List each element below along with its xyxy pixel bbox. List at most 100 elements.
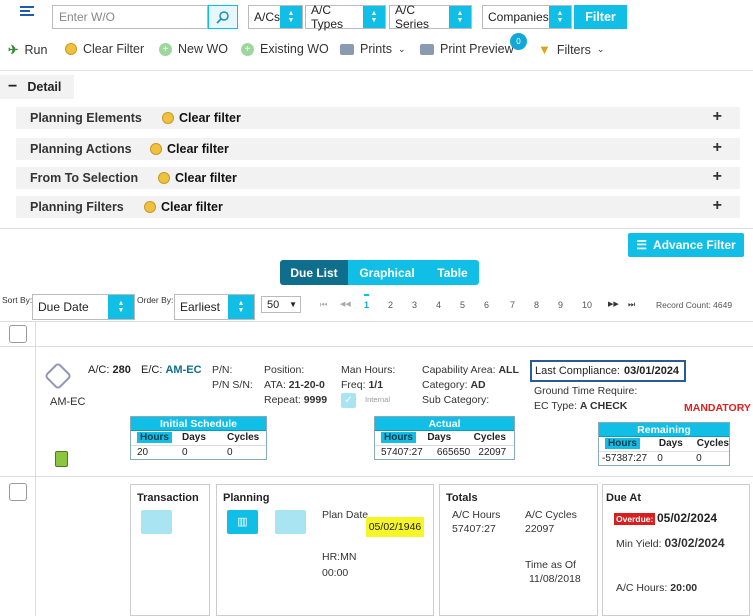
mandatory-badge: MANDATORY: [684, 402, 751, 414]
last-compliance-box: Last Compliance: 03/01/2024: [530, 360, 686, 382]
page-4[interactable]: 4: [436, 300, 441, 310]
list-icon: ☰: [636, 238, 648, 252]
tab-table[interactable]: Table: [426, 260, 479, 285]
capability-field: Capability Area: ALL: [422, 364, 519, 376]
detail-title: Detail: [27, 80, 62, 94]
advance-filter-button[interactable]: ☰ Advance Filter: [628, 233, 744, 257]
overdue-badge: Overdue:: [614, 513, 656, 525]
order-by-dropdown[interactable]: Earliest ▲ ▼: [174, 294, 255, 320]
clear-filter-link[interactable]: Clear filter: [144, 200, 223, 214]
collapse-icon: −: [8, 78, 18, 95]
page-8[interactable]: 8: [534, 300, 539, 310]
next-page-icon[interactable]: ▶▶: [608, 300, 619, 308]
sort-by-label: Sort By:: [2, 295, 33, 305]
position-field: Position:: [264, 364, 305, 376]
run-icon: ✈: [8, 43, 19, 57]
clear-filter-link[interactable]: Clear filter: [158, 171, 237, 185]
clear-filter-icon: [65, 43, 77, 55]
ata-field: ATA: 21-20-0: [264, 379, 325, 391]
select-all-checkbox[interactable]: [9, 325, 27, 343]
section-planning-filters[interactable]: Planning Filters Clear filter +: [16, 196, 740, 218]
clear-filter-link[interactable]: Clear filter: [150, 142, 229, 156]
actual-table: Actual Hours Days Cycles 57407:27 665650 220…: [374, 416, 515, 460]
ac-types-dropdown[interactable]: A/C Types ▲ ▼: [305, 3, 386, 31]
record-icon: [43, 361, 73, 391]
run-button[interactable]: ✈ Run: [8, 42, 47, 58]
printer-icon: [340, 43, 354, 55]
tab-due-list[interactable]: Due List: [280, 260, 348, 285]
page-7[interactable]: 7: [510, 300, 515, 310]
transaction-panel: Transaction: [130, 484, 210, 616]
detail-header[interactable]: − Detail: [0, 75, 74, 99]
section-planning-actions[interactable]: Planning Actions Clear filter +: [16, 138, 740, 160]
page-2[interactable]: 2: [388, 300, 393, 310]
tab-graphical[interactable]: Graphical: [348, 260, 426, 285]
page-6[interactable]: 6: [484, 300, 489, 310]
page-1[interactable]: 1: [364, 294, 370, 310]
row-checkbox[interactable]: [9, 483, 27, 501]
internal-checkbox[interactable]: ✓: [341, 393, 356, 408]
document-icon[interactable]: [275, 510, 306, 534]
new-wo-button[interactable]: + New WO: [159, 42, 228, 56]
ec-type-field: EC Type: A CHECK: [534, 400, 628, 412]
page-9[interactable]: 9: [558, 300, 563, 310]
chevron-down-icon: ⌄: [596, 44, 605, 54]
section-from-to-selection[interactable]: From To Selection Clear filter +: [16, 167, 740, 189]
initial-schedule-table: Initial Schedule Hours Days Cycles 20 0 0: [130, 416, 267, 460]
remaining-table: Remaining Hours Days Cycles -57387:27 0 0: [598, 422, 730, 466]
plus-circle-icon: +: [241, 42, 254, 56]
toolbar-divider: [0, 70, 753, 71]
expand-icon[interactable]: +: [713, 197, 722, 215]
spinner-icon: ▲ ▼: [449, 6, 471, 28]
repeat-field: Repeat: 9999: [264, 394, 328, 406]
sort-by-dropdown[interactable]: Due Date ▲ ▼: [32, 294, 135, 320]
page-3[interactable]: 3: [412, 300, 417, 310]
bar-chart-icon[interactable]: ▥: [227, 510, 258, 534]
grid-top-line: [0, 321, 753, 322]
section-planning-elements[interactable]: Planning Elements Clear filter +: [16, 107, 740, 129]
print-preview-button[interactable]: Print Preview: [420, 42, 514, 56]
expand-icon[interactable]: +: [713, 108, 722, 126]
first-page-icon[interactable]: ⏮: [320, 300, 327, 310]
prev-page-icon[interactable]: ◀◀: [340, 300, 351, 308]
plan-date-value: 05/02/1946: [366, 517, 424, 537]
clear-filter-link[interactable]: Clear filter: [162, 111, 241, 125]
chevron-down-icon: ⌄: [397, 43, 406, 54]
freq-field: Freq: 1/1: [341, 379, 384, 391]
clear-filter-icon: [162, 112, 174, 124]
man-hours-field: Man Hours:: [341, 364, 396, 376]
funnel-icon: ▼: [538, 42, 551, 57]
wo-search-input[interactable]: Enter W/O: [52, 5, 208, 29]
search-button[interactable]: [208, 5, 238, 29]
ac-series-dropdown[interactable]: A/C Series ▲ ▼: [389, 3, 472, 31]
expand-icon[interactable]: +: [713, 139, 722, 157]
am-ec-label: AM-EC: [50, 396, 86, 408]
filters-dropdown[interactable]: ▼ Filters ⌄: [538, 42, 604, 57]
transaction-icon[interactable]: [141, 510, 172, 534]
view-tabs: Due List Graphical Table: [280, 260, 479, 285]
pn-sn-field: P/N S/N:: [212, 379, 253, 391]
plus-circle-icon: +: [159, 42, 172, 56]
acs-dropdown[interactable]: A/Cs ▲ ▼: [248, 5, 303, 29]
expand-icon[interactable]: +: [713, 168, 722, 186]
print-preview-badge: 0: [510, 33, 527, 50]
last-page-icon[interactable]: ⏭: [628, 300, 635, 310]
page-5[interactable]: 5: [460, 300, 465, 310]
filter-button[interactable]: Filter: [574, 5, 627, 29]
prints-dropdown[interactable]: Prints ⌄: [340, 42, 406, 56]
companies-dropdown[interactable]: Companies ▲ ▼: [482, 5, 572, 29]
pagination: ⏮ ◀◀ 1 2 3 4 5 6 7 8 9 10 ▶▶ ⏭ Record Co…: [320, 294, 740, 314]
menu-icon[interactable]: [20, 6, 34, 16]
spinner-icon: ▲ ▼: [108, 295, 134, 319]
clear-filter-button[interactable]: Clear Filter: [65, 42, 144, 56]
clipboard-icon[interactable]: [55, 451, 68, 467]
page-10[interactable]: 10: [582, 300, 592, 310]
spinner-icon: ▲ ▼: [549, 6, 571, 28]
record-count: Record Count: 4649: [656, 300, 733, 310]
page-size-select[interactable]: 50 ▼: [261, 296, 301, 313]
existing-wo-button[interactable]: + Existing WO: [241, 42, 329, 56]
grid-line: [0, 346, 753, 347]
totals-panel: Totals A/C Hours 57407:27 A/C Cycles 220…: [439, 484, 598, 616]
ground-time-field: Ground Time Require:: [534, 385, 638, 397]
pn-field: P/N:: [212, 364, 233, 376]
